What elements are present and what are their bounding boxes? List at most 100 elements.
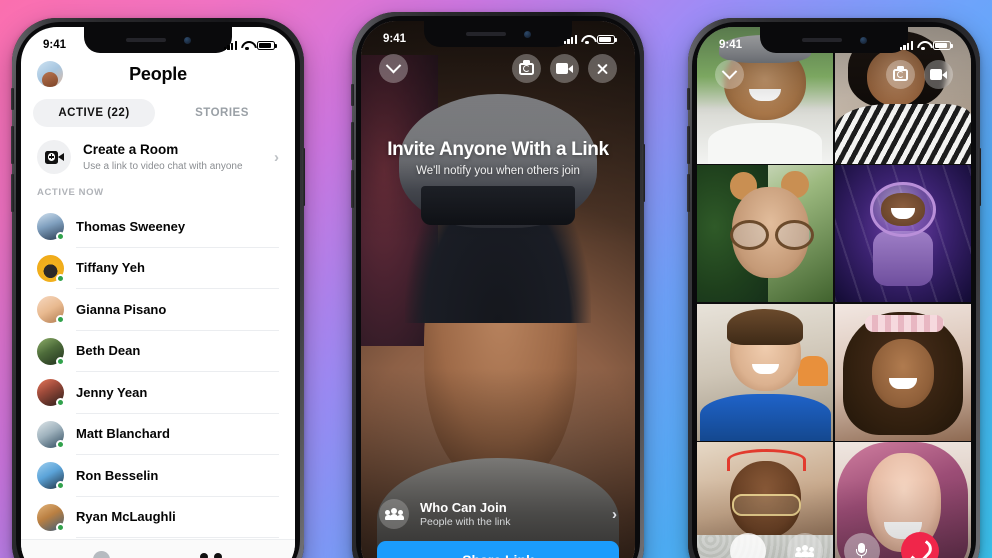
add-people-button[interactable] <box>786 533 823 558</box>
who-can-join-row[interactable]: Who Can Join People with the link › <box>375 489 621 538</box>
online-status-dot <box>56 356 65 366</box>
people-icon[interactable] <box>199 552 223 558</box>
online-status-dot <box>56 481 65 491</box>
effects-button[interactable] <box>729 533 766 558</box>
chats-circle-icon[interactable] <box>93 551 111 558</box>
contact-name: Beth Dean <box>76 331 279 372</box>
page-title: People <box>129 63 187 84</box>
video-tile[interactable] <box>834 303 971 441</box>
bottom-tab-bar <box>21 539 295 558</box>
tab-stories[interactable]: STORIES <box>161 99 283 127</box>
chevron-right-icon: › <box>612 505 617 523</box>
phone-center-invite-link: 9:41 Invite Anyone With a Link We'll not… <box>351 12 645 558</box>
contact-name: Jenny Yean <box>76 372 279 414</box>
chevron-down-icon[interactable] <box>379 54 408 83</box>
status-time: 9:41 <box>719 39 743 51</box>
cellular-bars-icon <box>223 40 237 50</box>
create-room-row[interactable]: Create a Room Use a link to video chat w… <box>21 127 295 185</box>
section-label-active-now: ACTIVE NOW <box>37 187 104 198</box>
video-tile[interactable] <box>697 303 834 441</box>
power-button[interactable] <box>302 148 305 206</box>
power-button[interactable] <box>978 148 981 206</box>
avatar <box>37 379 65 408</box>
flip-camera-icon[interactable] <box>512 54 541 83</box>
wifi-icon <box>581 35 593 45</box>
online-status-dot <box>56 439 65 449</box>
end-call-button[interactable] <box>900 532 939 558</box>
volume-down-button[interactable] <box>351 170 354 208</box>
status-bar: 9:41 <box>21 27 295 57</box>
list-item[interactable]: Tiffany Yeh <box>21 248 295 289</box>
contact-name: Matt Blanchard <box>76 414 279 455</box>
chevron-right-icon: › <box>274 148 279 166</box>
battery-icon <box>597 34 617 44</box>
end-call-icon <box>911 542 929 558</box>
who-can-join-title: Who Can Join <box>420 500 507 515</box>
invite-subtitle: We'll notify you when others join <box>416 165 580 177</box>
mute-switch[interactable] <box>687 88 690 110</box>
invite-hero: Invite Anyone With a Link We'll notify y… <box>361 139 635 177</box>
wifi-icon <box>917 41 929 51</box>
volume-down-button[interactable] <box>11 174 14 212</box>
status-time: 9:41 <box>43 39 67 51</box>
contact-name: Ryan McLaughli <box>76 497 279 538</box>
status-bar: 9:41 <box>361 21 635 51</box>
phone-right-group-call: 9:41 <box>687 18 981 558</box>
avatar <box>37 213 65 242</box>
video-camera-icon[interactable] <box>550 54 579 83</box>
overlay-scrim <box>361 21 635 558</box>
avatar <box>37 420 65 449</box>
video-tile[interactable] <box>697 165 834 303</box>
invite-title: Invite Anyone With a Link <box>387 139 609 160</box>
battery-icon <box>257 40 277 50</box>
volume-up-button[interactable] <box>11 126 14 164</box>
video-grid <box>697 27 971 558</box>
phone-left-people-list: 9:41 People ACTIVE (22) STORIES Create a… <box>11 18 305 558</box>
bottom-panel: Who Can Join People with the link › Shar… <box>361 489 635 558</box>
volume-up-button[interactable] <box>351 122 354 160</box>
share-link-button[interactable]: Share Link <box>377 541 619 558</box>
wifi-icon <box>241 41 253 51</box>
mute-switch[interactable] <box>11 88 14 110</box>
chevron-down-icon[interactable] <box>715 60 744 89</box>
online-status-dot <box>56 315 65 325</box>
tab-bar: ACTIVE (22) STORIES <box>21 87 295 127</box>
phone3-screen: 9:41 <box>697 27 971 558</box>
list-item[interactable]: Ron Besselin <box>21 455 295 497</box>
volume-down-button[interactable] <box>687 174 690 212</box>
avatar <box>37 296 65 325</box>
avatar <box>37 503 65 532</box>
cellular-bars-icon <box>899 40 913 50</box>
who-can-join-subtitle: People with the link <box>420 516 511 528</box>
list-item[interactable]: Thomas Sweeney <box>21 206 295 248</box>
video-camera-icon[interactable] <box>924 60 953 89</box>
list-item[interactable]: Jenny Yean <box>21 372 295 414</box>
list-item[interactable]: Gianna Pisano <box>21 289 295 331</box>
online-status-dot <box>56 273 65 283</box>
create-room-title: Create a Room <box>83 142 179 158</box>
list-item[interactable]: Ryan McLaughli <box>21 497 295 538</box>
contact-name: Thomas Sweeney <box>76 206 279 248</box>
avatar[interactable] <box>37 61 63 87</box>
volume-up-button[interactable] <box>687 126 690 164</box>
call-controls <box>697 532 971 558</box>
battery-icon <box>933 40 953 50</box>
create-room-subtitle: Use a link to video chat with anyone <box>83 160 243 172</box>
contact-name: Gianna Pisano <box>76 289 279 331</box>
top-controls <box>361 54 635 83</box>
status-time: 9:41 <box>383 33 407 45</box>
tab-active[interactable]: ACTIVE (22) <box>33 99 155 127</box>
power-button[interactable] <box>642 144 645 202</box>
flip-camera-icon[interactable] <box>886 60 915 89</box>
mute-button[interactable] <box>843 533 880 558</box>
online-status-dot <box>56 398 65 408</box>
avatar <box>37 254 65 283</box>
contact-name: Tiffany Yeh <box>76 248 279 289</box>
mute-switch[interactable] <box>351 84 354 106</box>
list-item[interactable]: Beth Dean <box>21 331 295 372</box>
phone1-screen: 9:41 People ACTIVE (22) STORIES Create a… <box>21 27 295 558</box>
contact-name: Ron Besselin <box>76 455 279 497</box>
close-x-icon[interactable] <box>588 54 617 83</box>
list-item[interactable]: Matt Blanchard <box>21 414 295 455</box>
video-tile[interactable] <box>834 165 971 303</box>
